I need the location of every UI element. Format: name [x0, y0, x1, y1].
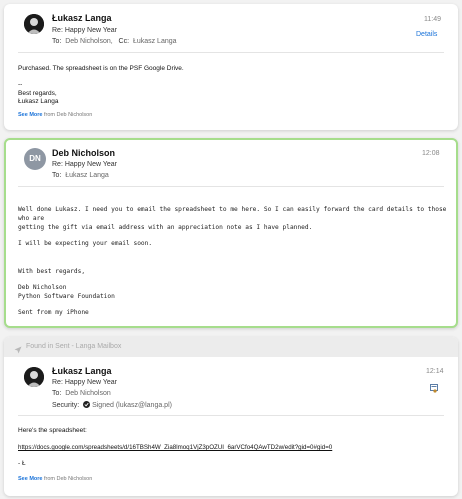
details-link[interactable]: Details — [416, 31, 437, 38]
signature-line: Best regards, — [18, 89, 57, 97]
subject: Re: Happy New Year — [52, 161, 117, 168]
header-divider — [18, 415, 444, 416]
found-in-label: Found in Sent - Langa Mailbox — [26, 343, 122, 350]
signature-dash: -- — [18, 81, 23, 89]
to-recipient[interactable]: Łukasz Langa — [65, 172, 109, 179]
found-in-bar: Found in Sent - Langa Mailbox — [4, 337, 458, 357]
see-more[interactable]: See More from Deb Nicholson — [18, 112, 92, 118]
header-divider — [18, 52, 444, 53]
to-recipient[interactable]: Deb Nicholson — [65, 390, 111, 397]
message-body: Well done Lukasz. I need you to email th… — [18, 206, 448, 318]
message-body: Purchased. The spreadsheet is on the PSF… — [18, 65, 184, 107]
message-time: 12:14 — [426, 368, 444, 375]
to-recipient[interactable]: Deb Nicholson, — [65, 38, 112, 45]
message-time: 12:08 — [422, 150, 440, 157]
body-line: Well done Lukasz. I need you to email th… — [18, 206, 447, 222]
body-line: Here's the spreadsheet: — [18, 427, 87, 434]
recipients: To: Deb Nicholson, Cc: Łukasz Langa — [52, 38, 177, 45]
message-time: 11:49 — [424, 16, 441, 23]
to-label: To: — [52, 390, 62, 397]
sent-from-line: Sent from my iPhone — [18, 308, 89, 316]
closing-line: With best regards, — [18, 267, 86, 275]
see-more-from: from Deb Nicholson — [44, 112, 93, 118]
signature-name: Łukasz Langa — [18, 98, 59, 106]
header-divider — [18, 186, 444, 187]
see-more[interactable]: See More from Deb Nicholson — [18, 476, 92, 482]
spreadsheet-link[interactable]: https://docs.google.com/spreadsheets/d/1… — [18, 444, 332, 452]
cc-recipient[interactable]: Łukasz Langa — [133, 38, 177, 45]
security-label: Security: — [52, 402, 80, 409]
security-value: Signed (lukasz@langa.pl) — [92, 402, 172, 409]
sender-name: Łukasz Langa — [52, 13, 112, 23]
see-more-link[interactable]: See More — [18, 112, 42, 118]
body-line: I will be expecting your email soon. — [18, 239, 153, 247]
signature-org: Python Software Foundation — [18, 292, 115, 300]
subject: Re: Happy New Year — [52, 27, 117, 34]
certificate-icon[interactable] — [430, 380, 438, 393]
location-arrow-icon — [14, 343, 22, 363]
see-more-from: from Deb Nicholson — [44, 476, 93, 482]
signed-check-icon — [83, 401, 91, 410]
sign-off: - Ł — [18, 460, 26, 467]
recipients: To: Łukasz Langa — [52, 172, 109, 179]
sender-avatar-initials: DN — [24, 148, 46, 170]
see-more-link[interactable]: See More — [18, 476, 42, 482]
recipients: To: Deb Nicholson — [52, 390, 111, 397]
security-status: Security: Signed (lukasz@langa.pl) — [52, 401, 172, 410]
signature-name: Deb Nicholson — [18, 283, 67, 291]
cc-label: Cc: — [118, 38, 130, 45]
sender-name: Łukasz Langa — [52, 366, 112, 376]
body-line: Purchased. The spreadsheet is on the PSF… — [18, 65, 184, 72]
message-card-3[interactable]: Found in Sent - Langa Mailbox Łukasz Lan… — [4, 337, 458, 496]
body-line: getting the gift via email address with … — [18, 223, 313, 231]
to-label: To: — [52, 38, 62, 45]
sender-avatar — [24, 367, 44, 387]
subject: Re: Happy New Year — [52, 379, 117, 386]
sender-avatar — [24, 14, 44, 34]
to-label: To: — [52, 172, 62, 179]
sender-name: Deb Nicholson — [52, 148, 116, 158]
message-card-2[interactable]: DN Deb Nicholson Re: Happy New Year To: … — [4, 138, 458, 328]
message-card-1[interactable]: Łukasz Langa Re: Happy New Year To: Deb … — [4, 4, 458, 130]
